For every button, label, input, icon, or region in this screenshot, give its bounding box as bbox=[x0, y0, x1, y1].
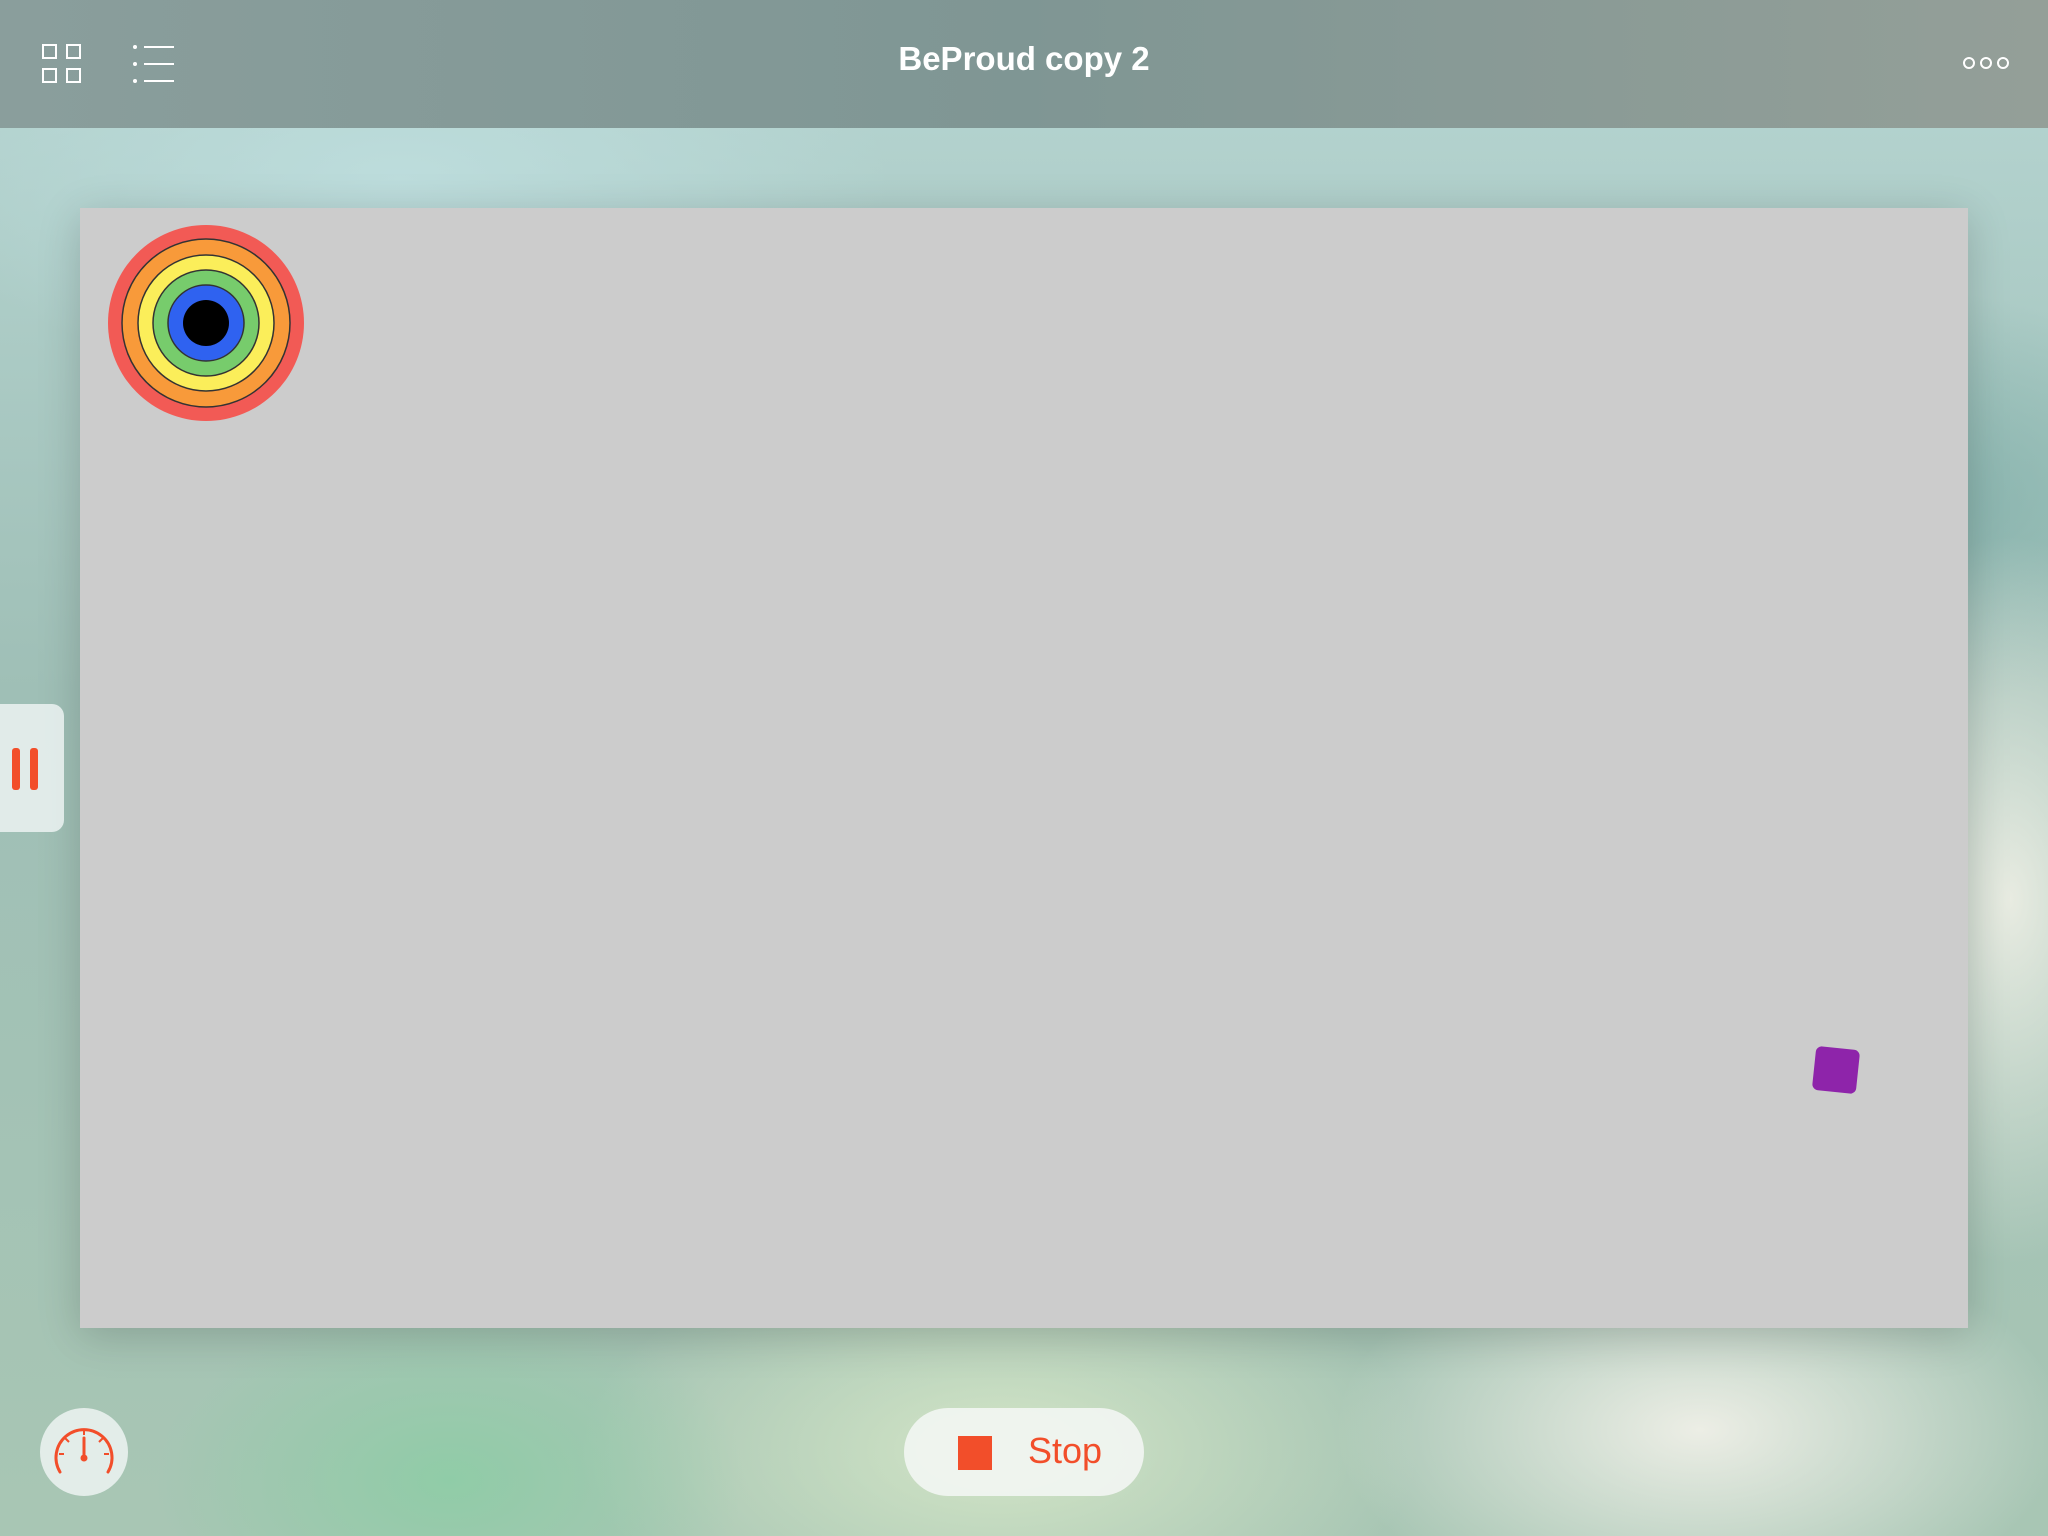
rainbow-target-sprite[interactable] bbox=[107, 224, 305, 422]
pause-button[interactable] bbox=[0, 704, 64, 832]
top-bar: BeProud copy 2 bbox=[0, 0, 2048, 128]
scene-canvas[interactable] bbox=[80, 208, 1968, 1328]
stop-icon bbox=[958, 1436, 992, 1470]
stop-label: Stop bbox=[1028, 1430, 1103, 1471]
ring-black-center bbox=[183, 300, 229, 346]
stop-button[interactable]: Stop bbox=[904, 1408, 1144, 1496]
more-icon[interactable] bbox=[1962, 52, 2010, 74]
purple-square-sprite[interactable] bbox=[1811, 1045, 1861, 1095]
speed-gauge-button[interactable] bbox=[40, 1408, 128, 1496]
speedometer-icon bbox=[54, 1428, 114, 1474]
page-title: BeProud copy 2 bbox=[898, 40, 1150, 77]
